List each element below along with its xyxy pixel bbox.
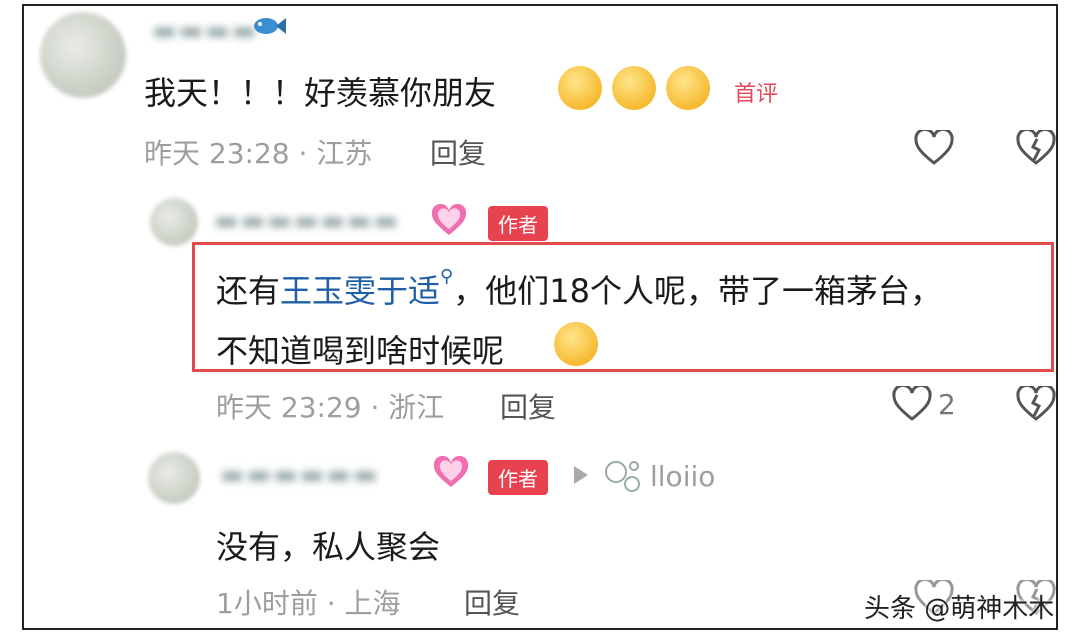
comment-section: ▬▬▬▬ 我天！！！好羡慕你朋友 首评 昨天 23:28 · 江苏 回复 ▬▬▬… (22, 4, 1058, 630)
avatar[interactable] (150, 198, 198, 246)
author-badge: 作者 (488, 206, 548, 241)
avatar[interactable] (148, 452, 200, 504)
reply-button[interactable]: 回复 (500, 386, 556, 426)
username-blurred[interactable]: ▬▬▬▬▬▬▬ (214, 206, 400, 236)
pleading-face-icon (666, 66, 710, 114)
comment-meta: 1小时前 · 上海 (216, 587, 401, 620)
comment-meta: 昨天 23:29 · 浙江 (216, 391, 445, 424)
comment-meta: 昨天 23:28 · 江苏 (144, 137, 373, 170)
comment-text-line2: 不知道喝到啥时候呢 (216, 332, 505, 370)
heart-icon[interactable] (892, 383, 932, 426)
reply-button[interactable]: 回复 (464, 582, 520, 622)
avatar[interactable] (40, 12, 126, 98)
pleading-face-icon (558, 66, 602, 114)
broken-heart-icon[interactable] (1016, 127, 1056, 170)
sparkling-heart-icon (432, 455, 470, 494)
username-blurred[interactable]: ▬▬▬▬ (152, 16, 258, 46)
bubbles-icon (604, 458, 644, 498)
comment-text: 我天！！！好羡慕你朋友 (144, 74, 497, 112)
author-badge: 作者 (488, 460, 548, 495)
comment-text: 还有王玉雯于适⚲，他们18个人呢，带了一箱茅台， (216, 266, 942, 312)
fish-icon (252, 14, 286, 38)
search-icon[interactable]: ⚲ (440, 266, 453, 287)
watermark: 头条 @萌神木木 (864, 594, 1055, 624)
heart-icon[interactable] (914, 127, 954, 170)
reply-button[interactable]: 回复 (430, 132, 486, 172)
reply-to-username[interactable]: lloiio (650, 460, 715, 493)
first-comment-badge: 首评 (734, 82, 779, 107)
like-count: 2 (938, 388, 956, 421)
pleading-face-icon (612, 66, 656, 114)
comment-text-before: 还有 (216, 272, 281, 310)
laughing-crying-face-icon (554, 322, 598, 370)
sparkling-heart-icon (430, 203, 468, 242)
play-arrow-icon (574, 466, 588, 488)
broken-heart-icon[interactable] (1016, 383, 1056, 426)
comment-text-after: ，他们18个人呢，带了一箱茅台， (453, 272, 942, 310)
search-link[interactable]: 王玉雯于适 (280, 272, 440, 310)
comment-text: 没有，私人聚会 (216, 528, 441, 566)
username-blurred[interactable]: ▬▬▬▬▬▬ (220, 460, 379, 490)
